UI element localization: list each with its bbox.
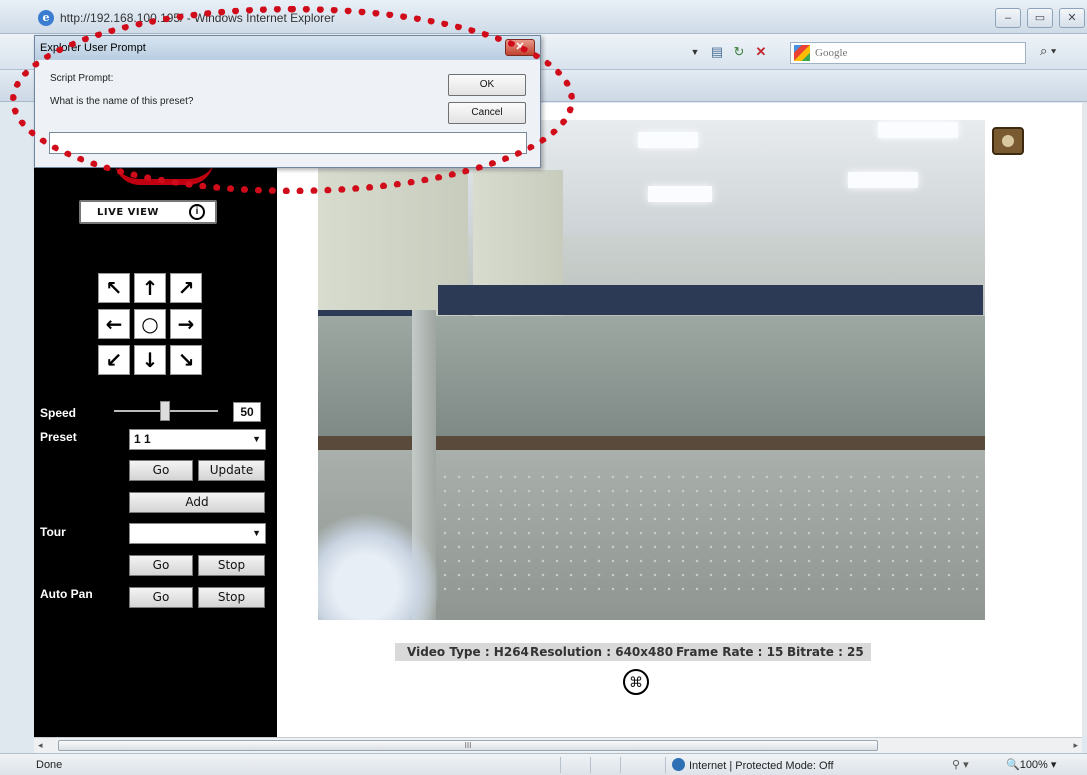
ptz-home-button[interactable]: ○: [134, 309, 166, 339]
chevron-down-icon: ▼: [252, 528, 261, 538]
page-icon[interactable]: ▤: [708, 43, 726, 61]
video-perforated-panel: [438, 470, 983, 590]
camera-page: LIVE VIEW i ↖ ↑ ↗ ← ○ → ↙ ↓ ↘ Speed 50 P…: [34, 103, 1082, 737]
vertical-scrollbar[interactable]: [1082, 103, 1087, 737]
snapshot-icon[interactable]: [992, 127, 1024, 155]
tour-go-button[interactable]: Go: [129, 555, 193, 576]
status-text: Done: [36, 759, 63, 771]
ok-button[interactable]: OK: [448, 74, 526, 96]
status-divider: [620, 757, 621, 773]
preset-value: 1 1: [134, 432, 151, 446]
auto-pan-label: Auto Pan: [40, 587, 93, 601]
status-bar: Done Internet | Protected Mode: Off ⚲ ▾ …: [0, 753, 1087, 775]
video-info-bar: Video Type : H264 Resolution : 640x480 F…: [395, 643, 871, 661]
ptz-down-button[interactable]: ↓: [134, 345, 166, 375]
fullscreen-icon[interactable]: ⌘: [623, 669, 649, 695]
window-title: http://192.168.100.195/ - Windows Intern…: [60, 11, 335, 25]
video-ceiling-light: [648, 186, 712, 202]
preset-label: Preset: [40, 430, 77, 444]
globe-icon: [672, 758, 685, 771]
zoom-level[interactable]: 🔍100% ▾: [1006, 758, 1056, 771]
live-view-button[interactable]: LIVE VIEW i: [79, 200, 217, 224]
ptz-right-button[interactable]: →: [170, 309, 202, 339]
control-panel: LIVE VIEW i ↖ ↑ ↗ ← ○ → ↙ ↓ ↘ Speed 50 P…: [34, 103, 277, 737]
preset-select[interactable]: 1 1 ▼: [129, 429, 266, 450]
ptz-down-right-button[interactable]: ↘: [170, 345, 202, 375]
cancel-button[interactable]: Cancel: [448, 102, 526, 124]
video-ceiling-light: [878, 122, 958, 138]
dialog-question: What is the name of this preset?: [50, 96, 194, 107]
status-divider: [560, 757, 561, 773]
live-view-label: LIVE VIEW: [97, 207, 159, 218]
tour-stop-button[interactable]: Stop: [198, 555, 265, 576]
auto-pan-stop-button[interactable]: Stop: [198, 587, 265, 608]
live-video-feed[interactable]: [318, 120, 985, 620]
video-partition: [438, 285, 983, 315]
video-ceiling-light: [848, 172, 918, 188]
preset-update-button[interactable]: Update: [198, 460, 265, 481]
preset-name-input[interactable]: [49, 132, 527, 154]
preset-go-button[interactable]: Go: [129, 460, 193, 481]
dialog-prompt-title: Script Prompt:: [50, 73, 114, 84]
security-zone-label: Internet | Protected Mode: Off: [689, 760, 834, 772]
video-bitrate: Bitrate : 25: [787, 645, 864, 659]
ptz-left-button[interactable]: ←: [98, 309, 130, 339]
video-frame-rate: Frame Rate : 15: [676, 645, 784, 659]
tour-select[interactable]: ▼: [129, 523, 266, 544]
dialog-title-bar: Explorer User Prompt ✕: [35, 36, 540, 60]
speed-label: Speed: [40, 406, 77, 420]
ptz-up-button[interactable]: ↑: [134, 273, 166, 303]
ptz-down-left-button[interactable]: ↙: [98, 345, 130, 375]
browser-window: e http://192.168.100.195/ - Windows Inte…: [0, 0, 1087, 775]
minimize-button[interactable]: –: [995, 8, 1021, 28]
video-resolution: Resolution : 640x480: [530, 645, 674, 659]
ie-logo-icon: e: [38, 10, 54, 26]
auto-pan-go-button[interactable]: Go: [129, 587, 193, 608]
preset-add-button[interactable]: Add: [129, 492, 265, 513]
horizontal-scrollbar[interactable]: ◂ III ▸: [34, 737, 1082, 753]
dialog-title: Explorer User Prompt: [40, 42, 146, 54]
info-icon: i: [189, 204, 205, 220]
refresh-icon[interactable]: ↻: [730, 43, 748, 61]
search-icon[interactable]: ⌕ ▾: [1040, 43, 1056, 59]
video-person: [318, 510, 438, 620]
search-box[interactable]: [790, 42, 1026, 64]
google-logo-icon: [794, 45, 810, 61]
scroll-right-icon[interactable]: ▸: [1073, 740, 1078, 751]
chevron-down-icon: ▼: [252, 434, 261, 444]
search-input[interactable]: [815, 45, 1015, 61]
speed-value[interactable]: 50: [233, 402, 261, 422]
video-ceiling-light: [638, 132, 698, 148]
video-type: Video Type : H264: [407, 645, 529, 659]
close-window-button[interactable]: ✕: [1059, 8, 1085, 28]
status-divider: [590, 757, 591, 773]
scroll-left-icon[interactable]: ◂: [38, 740, 43, 751]
speed-slider-thumb[interactable]: [160, 401, 170, 421]
restore-button[interactable]: ▭: [1027, 8, 1053, 28]
script-prompt-dialog: Explorer User Prompt ✕ Script Prompt: Wh…: [34, 35, 541, 168]
ptz-up-left-button[interactable]: ↖: [98, 273, 130, 303]
dialog-close-button[interactable]: ✕: [505, 39, 535, 56]
status-divider: [665, 757, 666, 773]
scroll-thumb[interactable]: III: [58, 740, 878, 751]
address-dropdown-icon[interactable]: ▼: [688, 44, 702, 60]
title-bar: e http://192.168.100.195/ - Windows Inte…: [0, 0, 1087, 34]
ptz-up-right-button[interactable]: ↗: [170, 273, 202, 303]
tour-label: Tour: [40, 525, 66, 539]
stop-icon[interactable]: ✕: [752, 43, 770, 61]
protected-mode-menu[interactable]: ⚲ ▾: [952, 758, 969, 771]
security-zone[interactable]: Internet | Protected Mode: Off: [672, 758, 834, 772]
